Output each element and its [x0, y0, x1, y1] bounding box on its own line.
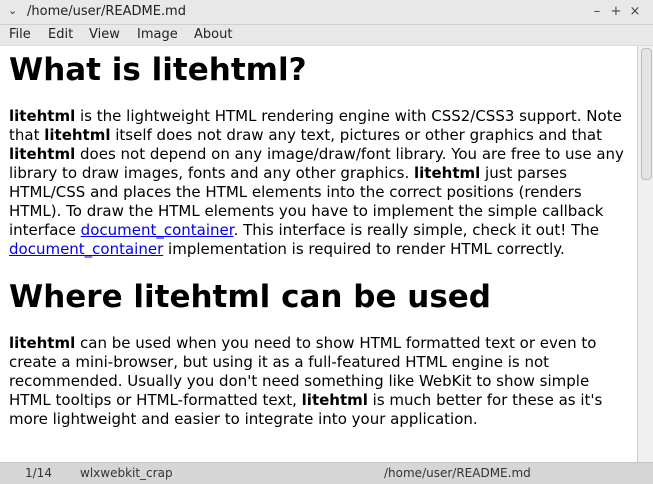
window-menu-icon[interactable]: ⌄	[8, 4, 17, 17]
document-view[interactable]: What is litehtml? litehtml is the lightw…	[0, 46, 637, 462]
heading-what-is: What is litehtml?	[9, 52, 307, 88]
menu-file[interactable]: File	[9, 27, 31, 42]
scrollbar-thumb[interactable]	[641, 48, 652, 180]
close-icon[interactable]: ×	[628, 4, 642, 19]
strong-text: litehtml	[9, 107, 76, 125]
title-bar: ⌄ /home/user/README.md – + ×	[0, 0, 653, 25]
strong-text: litehtml	[44, 126, 111, 144]
menu-edit[interactable]: Edit	[48, 27, 73, 42]
status-path: /home/user/README.md	[384, 466, 531, 480]
menu-bar: File Edit View Image About	[0, 25, 653, 45]
paragraph-usage: litehtml can be used when you need to sh…	[9, 334, 628, 429]
body-text: implementation is required to render HTM…	[163, 240, 565, 258]
strong-text: litehtml	[414, 164, 481, 182]
strong-text: litehtml	[301, 391, 368, 409]
paragraph-intro: litehtml is the lightweight HTML renderi…	[9, 107, 628, 259]
document-container-link[interactable]: document_container	[9, 240, 163, 258]
maximize-icon[interactable]: +	[609, 4, 623, 19]
body-text: . This interface is really simple, check…	[233, 221, 599, 239]
minimize-icon[interactable]: –	[590, 4, 604, 19]
heading-where-used: Where litehtml can be used	[9, 279, 491, 315]
body-text: itself does not draw any text, pictures …	[110, 126, 602, 144]
document-container-link[interactable]: document_container	[81, 221, 234, 239]
menu-view[interactable]: View	[89, 27, 120, 42]
vertical-scrollbar[interactable]	[637, 46, 653, 462]
strong-text: litehtml	[9, 334, 76, 352]
menu-about[interactable]: About	[194, 27, 232, 42]
strong-text: litehtml	[9, 145, 76, 163]
window-title: /home/user/README.md	[27, 4, 186, 19]
status-plugin-name: wlxwebkit_crap	[80, 466, 173, 480]
status-bar: 1/14 wlxwebkit_crap /home/user/README.md	[0, 462, 653, 484]
menu-image[interactable]: Image	[137, 27, 178, 42]
status-page: 1/14	[25, 466, 52, 480]
